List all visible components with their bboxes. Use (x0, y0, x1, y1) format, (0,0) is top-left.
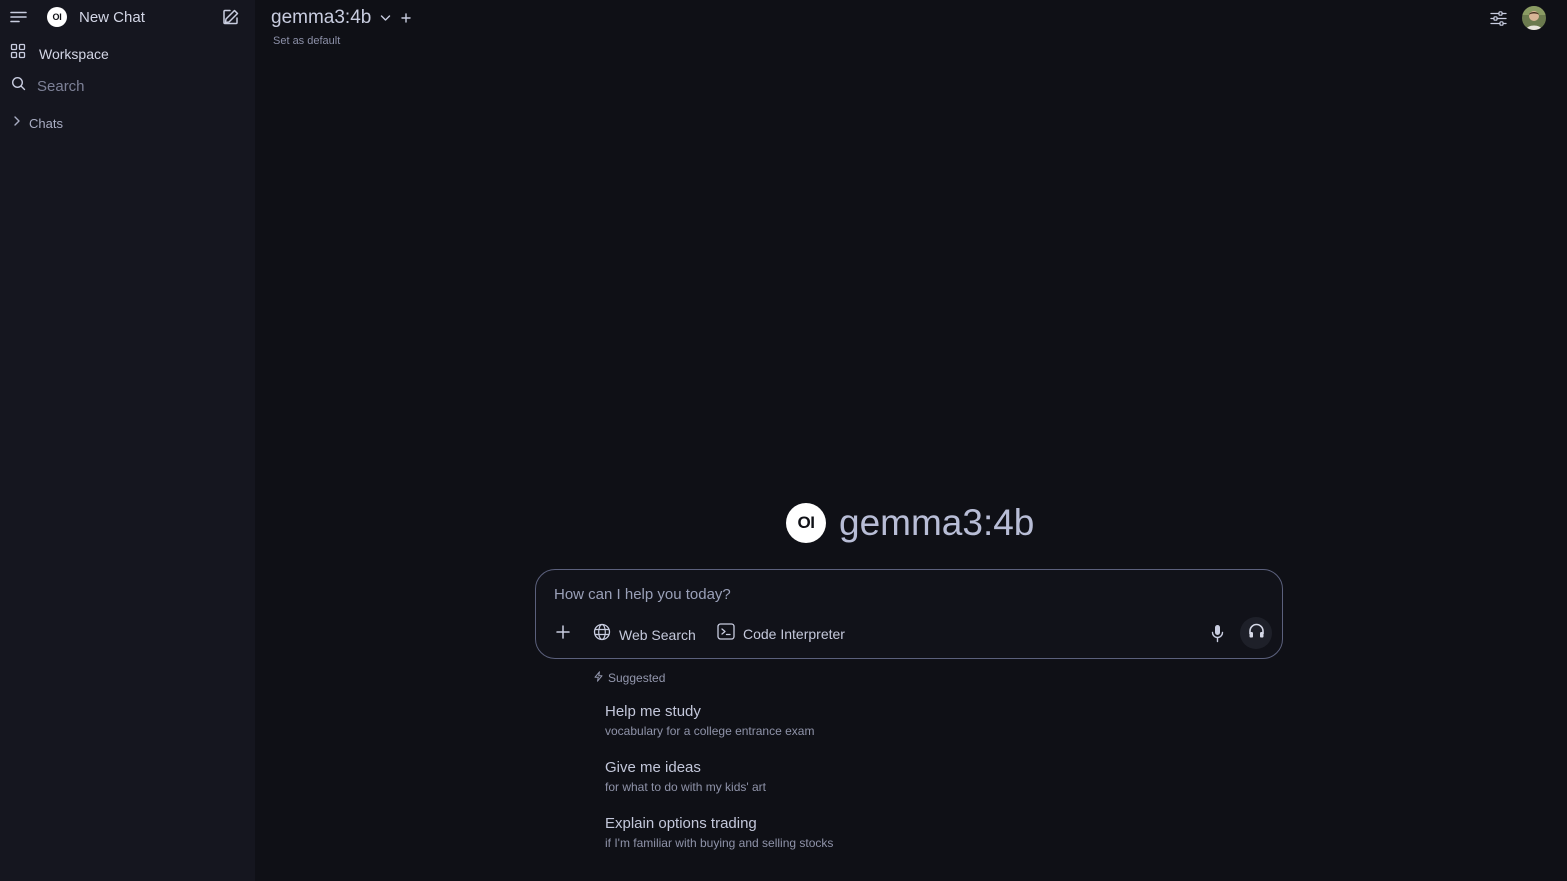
suggestion-item[interactable]: Give me ideas for what to do with my kid… (605, 759, 766, 794)
microphone-icon[interactable] (1208, 623, 1226, 643)
new-chat-edit-icon[interactable] (220, 6, 242, 28)
sidebar-item-workspace[interactable]: Workspace (10, 43, 109, 64)
suggestion-subtitle: if I'm familiar with buying and selling … (605, 836, 834, 850)
chevron-down-icon (380, 9, 391, 27)
model-name: gemma3:4b (271, 7, 372, 28)
globe-icon (593, 623, 611, 646)
suggestion-item[interactable]: Help me study vocabulary for a college e… (605, 703, 814, 738)
new-chat-link[interactable]: OI New Chat (47, 7, 145, 27)
sparkle-icon (593, 671, 604, 685)
code-interpreter-button[interactable]: Code Interpreter (717, 623, 845, 645)
chats-label: Chats (29, 115, 63, 131)
main-area: gemma3:4b Set as default OI gemma3:4b Ho… (255, 0, 1567, 881)
sidebar: OI New Chat Workspace Search Chats (0, 0, 255, 881)
web-search-label: Web Search (619, 626, 696, 643)
new-chat-label: New Chat (79, 8, 145, 26)
set-as-default-link[interactable]: Set as default (273, 35, 340, 47)
user-avatar[interactable] (1522, 6, 1546, 30)
chevron-right-icon (12, 114, 22, 132)
app-window: OI New Chat Workspace Search Chats gemma… (0, 0, 1567, 881)
suggestion-title: Give me ideas (605, 759, 701, 776)
web-search-button[interactable]: Web Search (593, 623, 696, 646)
suggested-heading: Suggested (593, 671, 665, 685)
headphones-icon (1248, 623, 1265, 644)
plus-icon[interactable] (554, 623, 572, 641)
hero-header: OI gemma3:4b (786, 502, 1034, 544)
search-icon (11, 76, 26, 96)
chat-composer: Web Search Code Interpreter (535, 569, 1283, 659)
workspace-grid-icon (10, 43, 26, 64)
suggested-label: Suggested (608, 671, 666, 685)
terminal-icon (717, 623, 735, 645)
menu-icon[interactable] (8, 7, 28, 27)
suggestion-subtitle: vocabulary for a college entrance exam (605, 724, 815, 738)
suggestion-item[interactable]: Explain options trading if I'm familiar … (605, 815, 833, 850)
model-selector[interactable]: gemma3:4b (271, 7, 391, 29)
hero-logo: OI (786, 503, 826, 543)
chats-section-toggle[interactable]: Chats (12, 114, 63, 132)
suggestion-title: Help me study (605, 703, 701, 720)
workspace-label: Workspace (39, 45, 109, 62)
suggestion-subtitle: for what to do with my kids' art (605, 780, 767, 794)
hero-model-name: gemma3:4b (839, 502, 1035, 543)
search-input[interactable]: Search (37, 78, 85, 95)
add-model-plus-icon[interactable] (399, 11, 413, 25)
chat-input[interactable] (554, 586, 1194, 603)
controls-sliders-icon[interactable] (1488, 9, 1508, 27)
voice-mode-button[interactable] (1240, 617, 1272, 649)
open-webui-logo: OI (47, 7, 67, 27)
sidebar-search[interactable]: Search (11, 76, 85, 96)
code-interpreter-label: Code Interpreter (743, 626, 845, 642)
suggestion-title: Explain options trading (605, 815, 757, 832)
